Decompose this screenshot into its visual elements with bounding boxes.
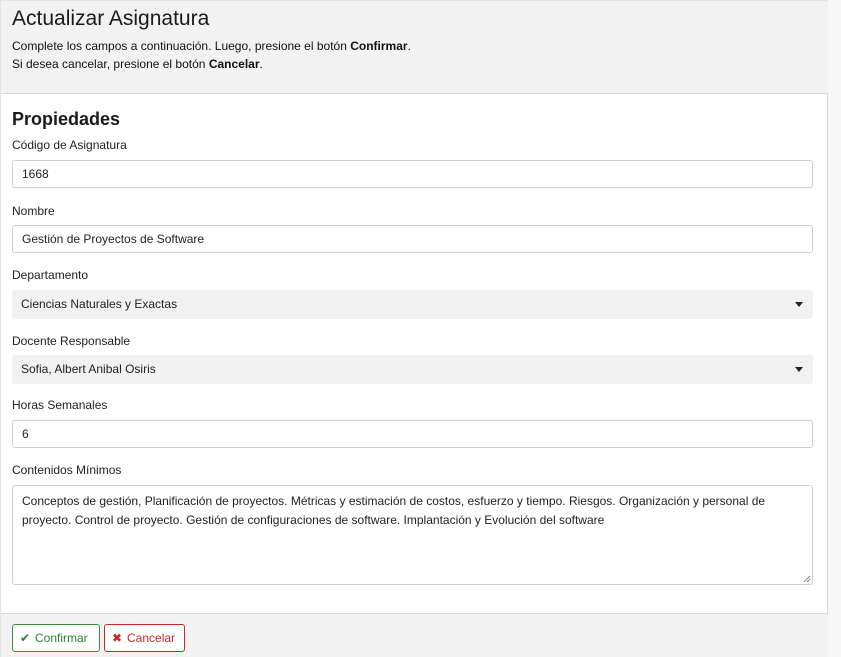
departamento-select[interactable]: Ciencias Naturales y Exactas	[12, 290, 813, 319]
page-header: Actualizar Asignatura Complete los campo…	[1, 0, 828, 94]
times-icon: ✖	[112, 631, 123, 645]
nombre-input[interactable]: Gestión de Proyectos de Software	[12, 225, 813, 253]
section-title: Propiedades	[12, 109, 121, 129]
instructions-line-2: Si desea cancelar, presione el botón Can…	[12, 57, 263, 71]
docente-selected-value: Sofia, Albert Anibal Osiris	[21, 362, 156, 376]
nombre-label: Nombre	[12, 204, 55, 218]
instructions-period: .	[259, 57, 263, 71]
departamento-label: Departamento	[12, 268, 89, 282]
horas-label: Horas Semanales	[12, 398, 108, 412]
caret-down-icon	[795, 302, 803, 307]
update-subject-panel: Actualizar Asignatura Complete los campo…	[0, 0, 828, 657]
instructions-period: .	[407, 39, 411, 53]
contenidos-text: Conceptos de gestión, Planificación de p…	[22, 494, 766, 527]
caret-down-icon	[795, 367, 803, 372]
instructions-text: Si desea cancelar, presione el botón	[12, 57, 209, 71]
form-footer: ✔ Confirmar ✖ Cancelar	[1, 613, 828, 657]
scrollbar[interactable]	[828, 0, 841, 657]
cancel-button[interactable]: ✖ Cancelar	[104, 624, 185, 652]
contenidos-textarea[interactable]: Conceptos de gestión, Planificación de p…	[12, 485, 813, 585]
instructions-line-1: Complete los campos a continuación. Lueg…	[12, 39, 411, 53]
resize-grip-icon[interactable]	[802, 574, 811, 583]
docente-select[interactable]: Sofia, Albert Anibal Osiris	[12, 355, 813, 384]
confirm-button[interactable]: ✔ Confirmar	[12, 624, 100, 652]
cancel-button-label: Cancelar	[127, 631, 176, 645]
codigo-label: Código de Asignatura	[12, 138, 127, 152]
instructions-confirm-word: Confirmar	[350, 39, 408, 53]
page-title: Actualizar Asignatura	[12, 7, 210, 30]
instructions-cancel-word: Cancelar	[208, 57, 260, 71]
horas-input[interactable]: 6	[12, 420, 813, 448]
docente-label: Docente Responsable	[12, 334, 131, 348]
codigo-input[interactable]: 1668	[12, 160, 813, 188]
confirm-button-label: Confirmar	[35, 631, 88, 645]
departamento-selected-value: Ciencias Naturales y Exactas	[21, 297, 178, 311]
instructions-text: Complete los campos a continuación. Lueg…	[12, 39, 351, 53]
check-icon: ✔	[20, 631, 31, 645]
contenidos-label: Contenidos Mínimos	[12, 463, 122, 477]
